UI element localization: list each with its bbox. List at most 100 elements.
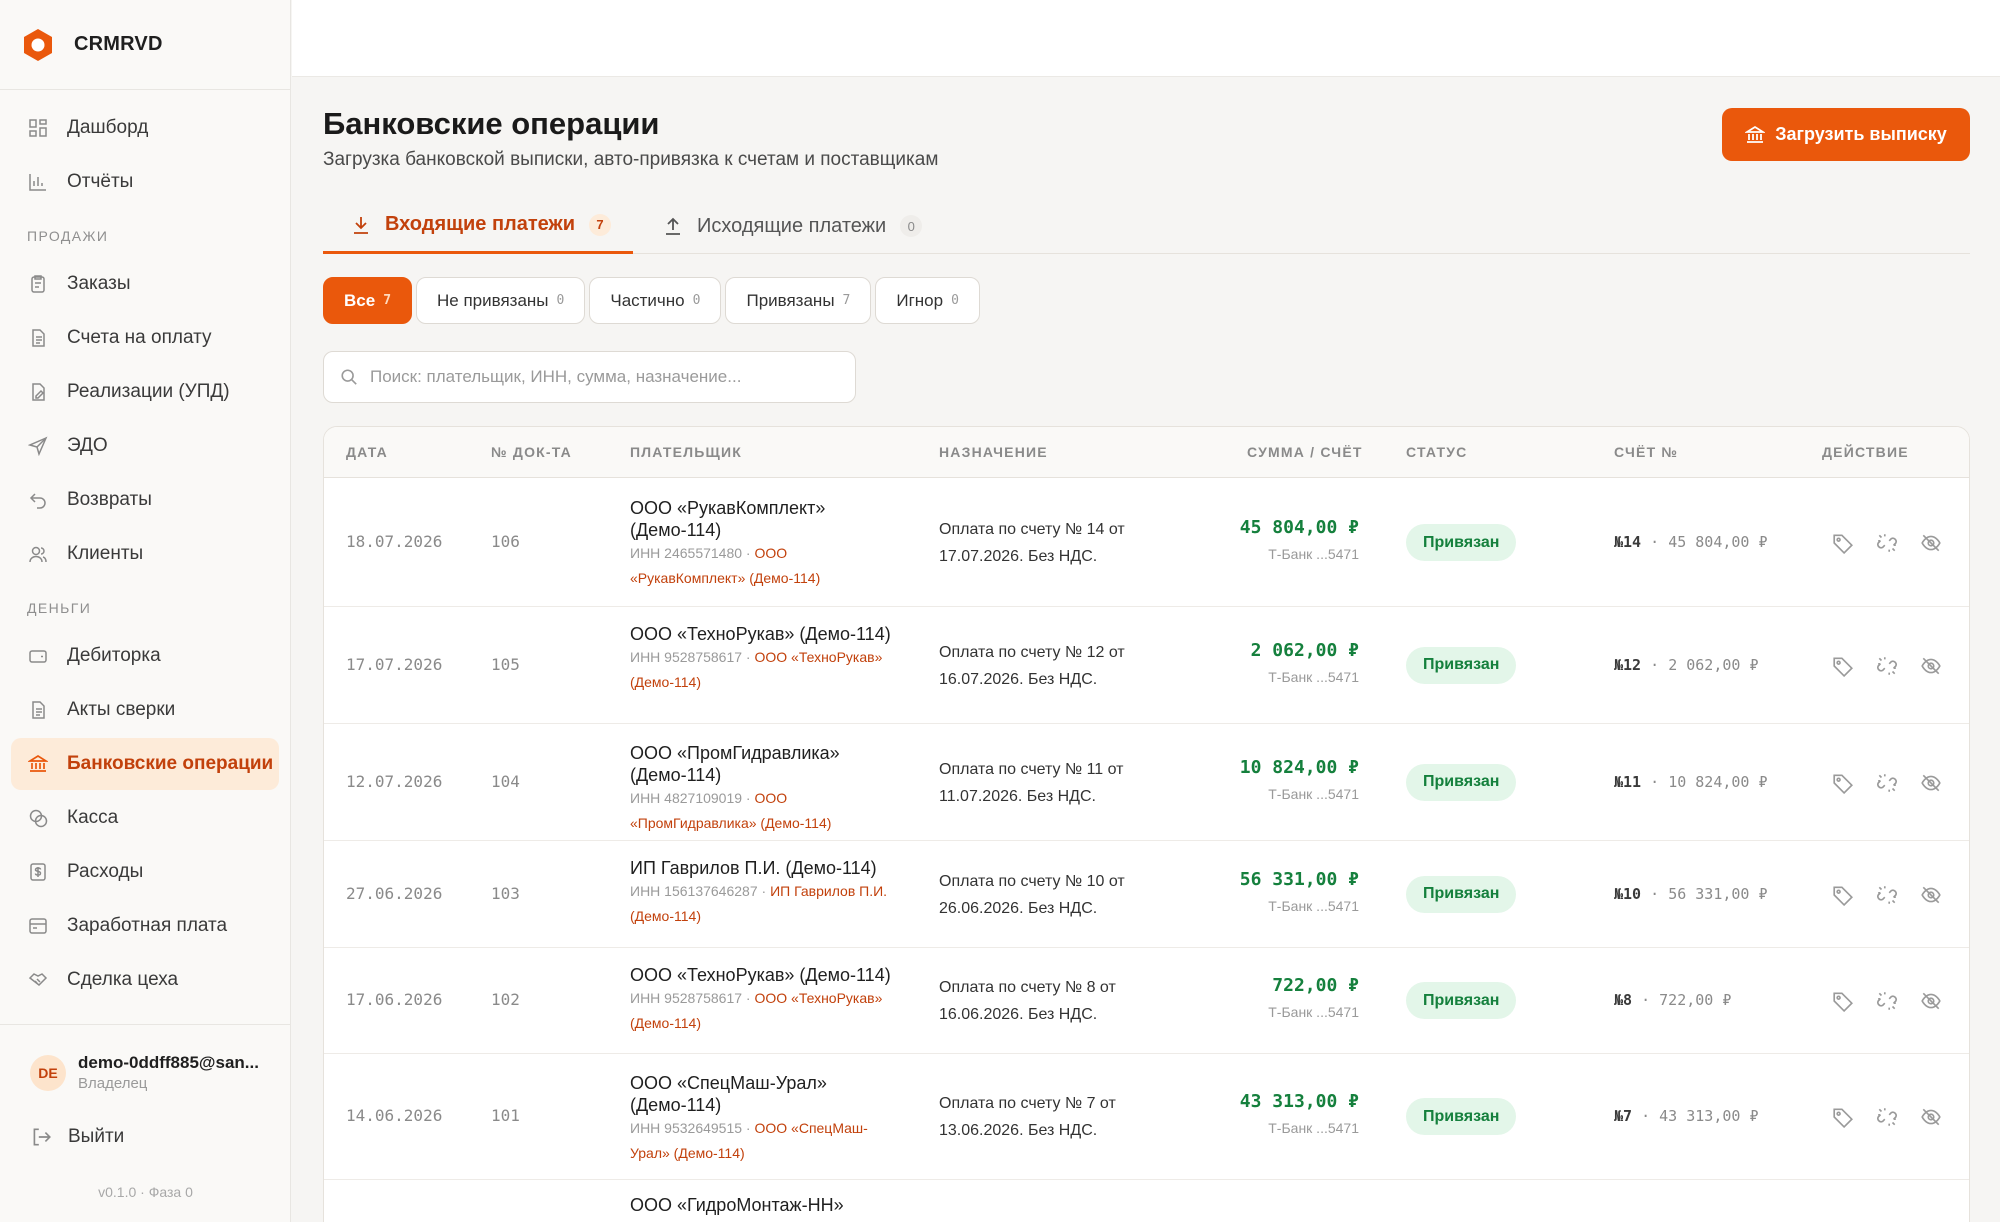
sidebar-item-label: Дебиторка — [67, 645, 161, 666]
amount-sum: 45 804,00 ₽ — [1239, 517, 1359, 538]
cell-invoice[interactable]: №14 · 45 804,00 ₽ — [1614, 533, 1768, 551]
unlink-icon[interactable] — [1876, 655, 1898, 677]
cell-doc-number: 105 — [491, 654, 520, 674]
sidebar-item-sales-upd[interactable]: Реализации (УПД) — [11, 366, 279, 418]
status-badge: Привязан — [1406, 982, 1517, 1019]
user-info: demo-0ddff885@san... Владелец — [78, 1053, 259, 1092]
table-row[interactable]: 27.06.2026 103 ИП Гаврилов П.И. (Демо-114… — [324, 841, 1969, 948]
cell-payer: ИП Гаврилов П.И. (Демо-114) ИНН 15613764… — [630, 857, 900, 929]
sidebar-item-workshop-deal[interactable]: Сделка цеха — [11, 954, 279, 1006]
tab-incoming[interactable]: Входящие платежи 7 — [323, 198, 633, 254]
logout-button[interactable]: Выйти — [30, 1126, 291, 1148]
sidebar-item-expenses[interactable]: Расходы — [11, 846, 279, 898]
filter-linked[interactable]: Привязаны 7 — [725, 277, 872, 324]
tab-outgoing[interactable]: Исходящие платежи 0 — [663, 198, 923, 254]
column-header-payer[interactable]: ПЛАТЕЛЬЩИК — [630, 444, 742, 460]
column-header-status[interactable]: СТАТУС — [1406, 444, 1467, 460]
unlink-icon[interactable] — [1876, 532, 1898, 554]
cell-status: Привязан — [1406, 646, 1517, 684]
invoice-sum: 56 331,00 ₽ — [1668, 884, 1768, 903]
cell-invoice[interactable]: №10 · 56 331,00 ₽ — [1614, 885, 1768, 903]
status-badge: Привязан — [1406, 875, 1517, 913]
wallet-icon — [27, 645, 49, 667]
table-row[interactable]: 18.07.2026 106 ООО «РукавКомплект» (Демо-… — [324, 479, 1969, 607]
upload-statement-button[interactable]: Загрузить выписку — [1722, 108, 1970, 161]
filter-count: 0 — [951, 293, 959, 308]
app-name: CRMRVD — [74, 33, 163, 55]
sidebar-item-receivables[interactable]: Дебиторка — [11, 630, 279, 682]
tag-icon[interactable] — [1832, 884, 1854, 906]
invoice-sum: 10 824,00 ₽ — [1668, 772, 1768, 791]
table-row[interactable]: ООО «ГидроМонтаж-НН» — [324, 1180, 1969, 1222]
tag-icon[interactable] — [1832, 532, 1854, 555]
tag-icon[interactable] — [1832, 1106, 1854, 1129]
unlink-icon[interactable] — [1876, 884, 1898, 906]
column-header-date[interactable]: ДАТА — [346, 444, 388, 460]
sidebar-item-dashboard[interactable]: Дашборд — [11, 102, 279, 154]
table-row[interactable]: 17.07.2026 105 ООО «ТехноРукав» (Демо-114… — [324, 607, 1969, 724]
payer-name: ООО «ГидроМонтаж-НН» — [630, 1195, 844, 1215]
sidebar-item-reconciliation[interactable]: Акты сверки — [11, 684, 279, 736]
filter-all[interactable]: Все 7 — [323, 277, 413, 324]
invoice-sum: 43 313,00 ₽ — [1659, 1107, 1759, 1125]
payer-inn: ИНН 2465571480 · — [630, 545, 751, 561]
column-header-amount[interactable]: СУММА / СЧЁТ — [1247, 444, 1363, 460]
coins-icon — [27, 807, 49, 829]
sidebar-section-sales: ПРОДАЖИ — [27, 228, 109, 244]
table-row[interactable]: 17.06.2026 102 ООО «ТехноРукав» (Демо-114… — [324, 948, 1969, 1054]
sidebar-item-cashbox[interactable]: Касса — [11, 792, 279, 844]
user-profile[interactable]: DE demo-0ddff885@san... Владелец — [30, 1053, 291, 1092]
column-header-doc-number[interactable]: № ДОК-ТА — [491, 444, 572, 460]
cell-date: 18.07.2026 — [346, 532, 443, 551]
unlink-icon[interactable] — [1876, 772, 1898, 794]
column-header-invoice[interactable]: СЧЁТ № — [1614, 444, 1678, 460]
table-row[interactable]: 12.07.2026 104 ООО «ПромГидравлика» (Демо… — [324, 724, 1969, 841]
filter-unlinked[interactable]: Не привязаны 0 — [416, 277, 586, 324]
tag-icon[interactable] — [1832, 655, 1854, 677]
column-header-purpose[interactable]: НАЗНАЧЕНИЕ — [939, 444, 1048, 460]
ignore-eye-off-icon[interactable] — [1920, 990, 1942, 1012]
sidebar-item-edo[interactable]: ЭДО — [11, 420, 279, 472]
payer-inn: ИНН 9528758617 · — [630, 990, 751, 1006]
invoice-number: №14 — [1614, 533, 1642, 551]
top-bar — [292, 0, 2000, 77]
sidebar-item-payroll[interactable]: Заработная плата — [11, 900, 279, 952]
filter-ignored[interactable]: Игнор 0 — [875, 277, 980, 324]
cell-invoice[interactable]: №8 · 722,00 ₽ — [1614, 991, 1731, 1009]
sidebar-item-reports[interactable]: Отчёты — [11, 156, 279, 208]
search-input[interactable] — [370, 367, 850, 387]
filter-count: 0 — [556, 293, 565, 308]
sidebar-section-money: ДЕНЬГИ — [27, 600, 92, 616]
unlink-icon[interactable] — [1876, 990, 1898, 1012]
filter-label: Все — [344, 290, 376, 310]
tag-icon[interactable] — [1832, 772, 1854, 794]
cell-date: 14.06.2026 — [346, 1106, 443, 1125]
table-row[interactable]: 14.06.2026 101 ООО «СпецМаш-Урал» (Демо-1… — [324, 1054, 1969, 1180]
ignore-eye-off-icon[interactable] — [1920, 532, 1942, 554]
amount-account: Т-Банк ...5471 — [1268, 1004, 1359, 1020]
logo-icon — [24, 28, 52, 61]
filter-partial[interactable]: Частично 0 — [589, 277, 722, 324]
ignore-eye-off-icon[interactable] — [1920, 655, 1942, 677]
tag-icon[interactable] — [1832, 990, 1854, 1013]
tab-label: Входящие платежи — [385, 213, 576, 235]
brand[interactable]: CRMRVD — [0, 0, 290, 90]
sidebar-item-returns[interactable]: Возвраты — [11, 474, 279, 526]
cell-invoice[interactable]: №7 · 43 313,00 ₽ — [1614, 1107, 1759, 1125]
cell-invoice[interactable]: №12 · 2 062,00 ₽ — [1614, 656, 1759, 674]
sidebar-item-bank-operations[interactable]: Банковские операции — [11, 738, 279, 790]
cell-date: 12.07.2026 — [346, 771, 443, 791]
sidebar-item-orders[interactable]: Заказы — [11, 258, 279, 310]
cell-doc-number: 106 — [491, 532, 520, 551]
payer-inn: ИНН 156137646287 · — [630, 883, 767, 899]
sidebar-item-invoices[interactable]: Счета на оплату — [11, 312, 279, 364]
amount-account: Т-Банк ...5471 — [1268, 785, 1359, 802]
tab-count-badge: 7 — [589, 213, 612, 236]
ignore-eye-off-icon[interactable] — [1920, 1106, 1942, 1128]
cell-invoice[interactable]: №11 · 10 824,00 ₽ — [1614, 773, 1768, 791]
ignore-eye-off-icon[interactable] — [1920, 884, 1942, 906]
ignore-eye-off-icon[interactable] — [1920, 772, 1942, 794]
sidebar-item-clients[interactable]: Клиенты — [11, 528, 279, 580]
user-email: demo-0ddff885@san... — [78, 1053, 259, 1072]
unlink-icon[interactable] — [1876, 1106, 1898, 1128]
